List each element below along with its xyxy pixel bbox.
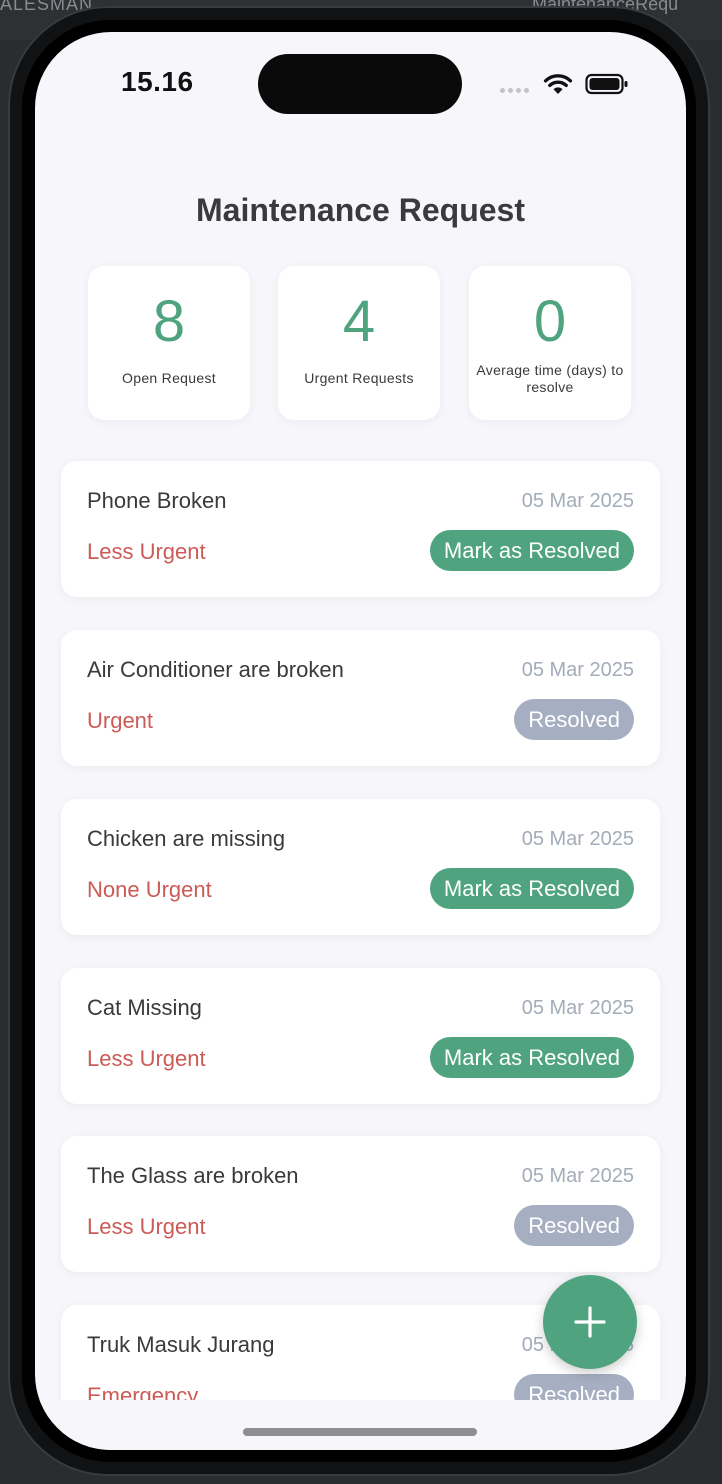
resolved-badge: Resolved [514, 1205, 634, 1246]
request-priority: Less Urgent [87, 539, 206, 564]
request-card[interactable]: Cat Missing 05 Mar 2025 Less Urgent Mark… [61, 968, 660, 1104]
stat-label: Urgent Requests [304, 370, 414, 386]
mark-as-resolved-button[interactable]: Mark as Resolved [429, 1037, 634, 1078]
request-date: 05 Mar 2025 [521, 490, 634, 512]
add-request-button[interactable] [543, 1275, 637, 1369]
home-indicator[interactable] [243, 1428, 477, 1436]
request-priority: None Urgent [87, 877, 212, 902]
request-card[interactable]: Air Conditioner are broken 05 Mar 2025 U… [61, 630, 660, 766]
request-card[interactable]: Chicken are missing 05 Mar 2025 None Urg… [61, 799, 660, 935]
request-title: Air Conditioner are broken [87, 657, 344, 682]
stat-card-average-time: 0 Average time (days) to resolve [469, 266, 631, 420]
request-title: Phone Broken [87, 488, 227, 513]
stat-value: 8 [152, 289, 186, 354]
battery-icon [585, 73, 628, 95]
request-card[interactable]: The Glass are broken 05 Mar 2025 Less Ur… [61, 1136, 660, 1272]
mark-as-resolved-button[interactable]: Mark as Resolved [429, 868, 634, 909]
request-date: 05 Mar 2025 [521, 659, 634, 681]
cellular-signal-icon [500, 88, 534, 94]
request-title: Cat Missing [87, 995, 202, 1020]
request-priority: Less Urgent [87, 1046, 206, 1071]
resolved-badge: Resolved [514, 699, 634, 740]
dynamic-island [258, 54, 462, 114]
mark-as-resolved-button[interactable]: Mark as Resolved [429, 530, 634, 571]
status-time: 15.16 [121, 66, 194, 97]
wifi-icon [543, 74, 573, 94]
plus-icon [574, 1306, 606, 1338]
request-priority: Less Urgent [87, 1214, 206, 1239]
stat-value: 4 [342, 289, 376, 354]
request-title: Chicken are missing [87, 826, 286, 851]
request-date: 05 Mar 2025 [521, 997, 634, 1019]
request-date: 05 Mar 2025 [521, 1165, 634, 1187]
stat-label: Average time (days) to resolve [476, 362, 624, 395]
request-title: Truk Masuk Jurang [87, 1332, 275, 1357]
request-date: 05 Mar 2025 [521, 828, 634, 850]
stat-card-urgent: 4 Urgent Requests [278, 266, 440, 420]
stat-card-open: 8 Open Request [88, 266, 250, 420]
bottom-safe-area [35, 1400, 686, 1450]
stat-label: Open Request [122, 370, 216, 386]
app-screen: 15.16 Maintenance Request 8 Open Request… [35, 32, 686, 1450]
stat-value: 0 [533, 289, 567, 354]
page-title: Maintenance Request [196, 192, 525, 228]
request-title: The Glass are broken [87, 1163, 299, 1188]
request-card[interactable]: Phone Broken 05 Mar 2025 Less Urgent Mar… [61, 461, 660, 597]
request-priority: Urgent [87, 708, 154, 733]
